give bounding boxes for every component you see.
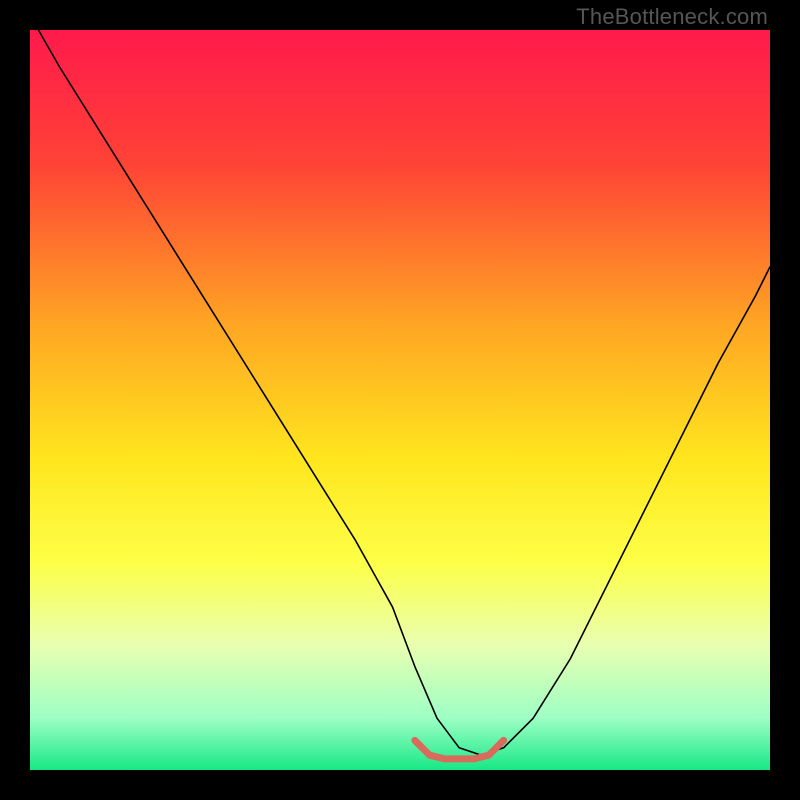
chart-frame: TheBottleneck.com <box>0 0 800 800</box>
chart-svg <box>30 30 770 770</box>
watermark-text: TheBottleneck.com <box>576 4 768 30</box>
chart-plot-area <box>30 30 770 770</box>
chart-background-gradient <box>30 30 770 770</box>
